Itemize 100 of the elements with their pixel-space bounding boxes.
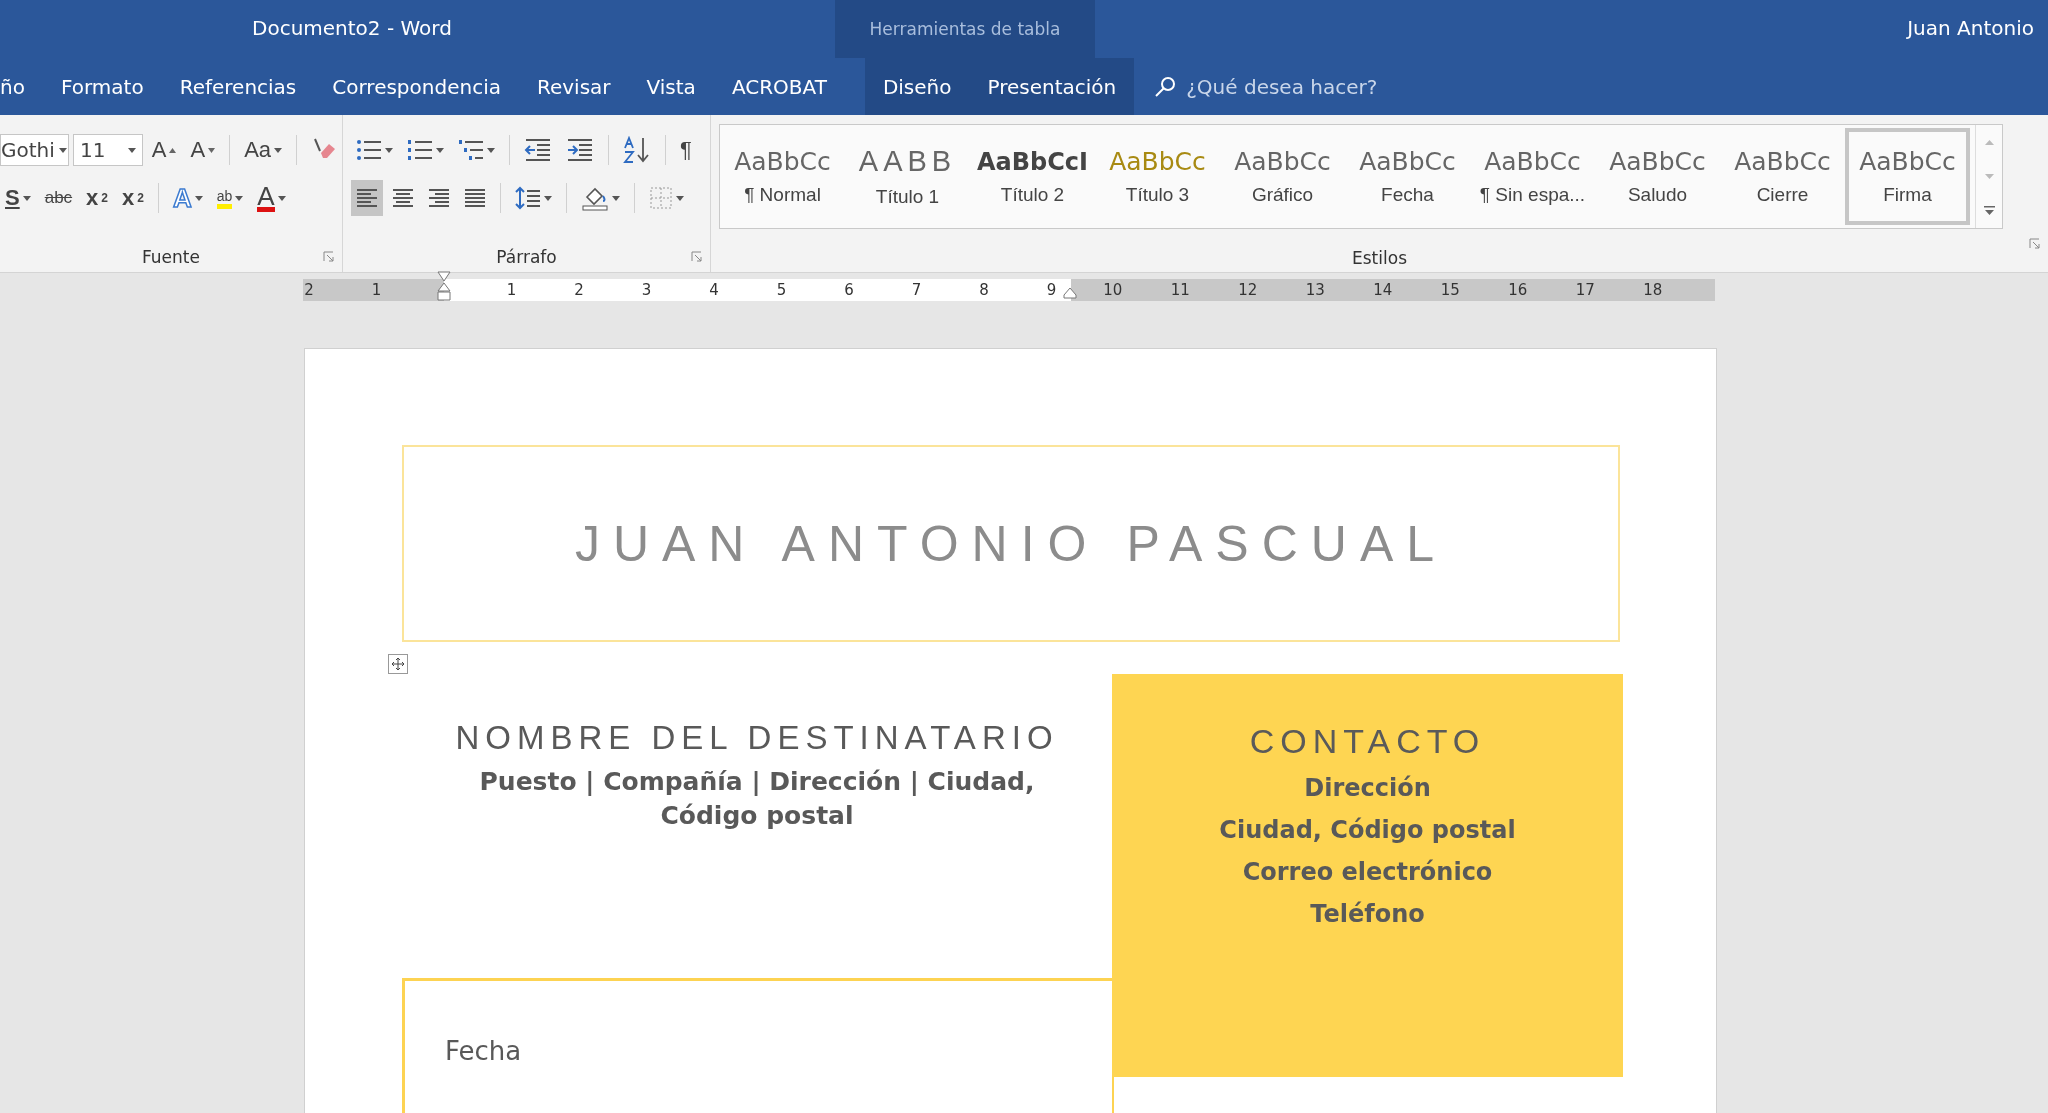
ribbon-tab[interactable]: Diseño — [864, 58, 970, 115]
caret-icon — [127, 147, 136, 153]
user-name[interactable]: Juan Antonio — [1907, 16, 2034, 40]
style-preview: AaBbCc — [1109, 147, 1206, 176]
indent-marker-icon[interactable] — [1063, 287, 1077, 299]
paint-bucket-icon — [581, 185, 609, 211]
show-marks-button[interactable]: ¶ — [675, 132, 697, 168]
ribbon-tab[interactable]: Presentación — [969, 58, 1135, 115]
contact-line: Dirección — [1304, 773, 1431, 804]
align-right-icon — [428, 188, 450, 208]
style-name: Fecha — [1381, 184, 1434, 206]
bullet-list-icon — [356, 138, 382, 162]
search-icon — [1154, 75, 1177, 98]
style-preview: AaBbCcI — [977, 147, 1088, 176]
style-item[interactable]: AaBbCc Gráfico — [1220, 128, 1345, 225]
ribbon-tab[interactable]: ACROBAT — [713, 58, 845, 115]
ruler-number: 4 — [709, 281, 719, 299]
style-name: Título 2 — [1000, 183, 1065, 206]
contact-line: Correo electrónico — [1242, 857, 1493, 888]
grow-font-button[interactable]: A — [146, 132, 182, 168]
group-label: Fuente — [142, 247, 200, 267]
search-field[interactable]: ¿Qué desea hacer? — [1186, 74, 1378, 99]
ruler-number: 2 — [304, 281, 314, 299]
group-label: Párrafo — [496, 247, 557, 267]
multilevel-list-icon — [458, 138, 484, 162]
dialog-launcher-icon[interactable] — [323, 251, 334, 262]
ruler-number: 18 — [1643, 281, 1663, 299]
style-item[interactable]: AaBbCc ¶ Sin espa... — [1470, 128, 1595, 225]
ruler-number: 3 — [641, 281, 652, 299]
ruler-number: 13 — [1305, 281, 1325, 299]
numbered-list-icon — [407, 138, 433, 162]
style-item[interactable]: AaBbCc Título 3 — [1095, 128, 1220, 225]
line-spacing-icon — [515, 185, 541, 211]
ribbon-tab[interactable]: Revisar — [518, 58, 629, 115]
highlight-button[interactable]: ab — [211, 180, 249, 216]
style-name: Saludo — [1627, 184, 1688, 206]
name-heading: JUAN ANTONIO PASCUAL — [574, 514, 1448, 573]
change-case-button[interactable]: Aa — [239, 132, 288, 168]
group-label: Estilos — [1352, 248, 1407, 268]
context-tab-label: Herramientas de tabla — [835, 0, 1095, 58]
table-move-icon[interactable] — [388, 654, 408, 674]
style-preview: AaBbCc — [1859, 147, 1956, 176]
indent-marker-icon[interactable] — [437, 271, 451, 301]
ruler-number: 8 — [979, 281, 989, 299]
ruler-number: 7 — [911, 281, 922, 299]
caret-icon — [58, 147, 67, 153]
caret-icon — [277, 195, 286, 201]
style-item[interactable]: AaBbCc Firma — [1845, 128, 1970, 225]
caret-icon — [169, 147, 177, 153]
ruler-number: 2 — [574, 281, 584, 299]
superscript-button[interactable]: x$^{2}$ — [117, 180, 149, 216]
contact-line: Ciudad, Código postal — [1219, 815, 1516, 846]
ribbon-tab[interactable]: Referencias — [161, 58, 315, 115]
style-item[interactable]: AaBbCc ¶ Normal — [720, 128, 845, 225]
recipient-details: Puesto | Compañía | Dirección | Ciudad, Código postal — [478, 766, 1036, 832]
style-name: Título 1 — [875, 186, 940, 208]
ruler-number: 17 — [1575, 281, 1595, 299]
recipient-heading: NOMBRE DEL DESTINATARIO — [455, 719, 1059, 757]
underline-button[interactable]: S — [0, 180, 36, 216]
ruler-number: 1 — [371, 281, 382, 299]
dialog-launcher-icon[interactable] — [691, 251, 702, 262]
style-preview: AaBbCc — [1359, 147, 1456, 176]
caret-icon — [487, 147, 495, 153]
style-item[interactable]: AaBbCc Saludo — [1595, 128, 1720, 225]
caret-icon — [274, 147, 283, 153]
ruler-number: 15 — [1440, 281, 1460, 299]
font-name-field[interactable]: Gothi — [0, 134, 69, 166]
ribbon-tab[interactable]: Vista — [628, 58, 714, 115]
outdent-icon — [524, 138, 552, 162]
caret-icon — [385, 147, 393, 153]
style-item[interactable]: AABB Título 1 — [845, 128, 970, 225]
ribbon-tab[interactable]: ño — [0, 58, 43, 115]
style-item[interactable]: AaBbCc Cierre — [1720, 128, 1845, 225]
caret-icon — [194, 195, 203, 201]
style-preview: AaBbCc — [1734, 147, 1831, 176]
style-item[interactable]: AaBbCc Fecha — [1345, 128, 1470, 225]
style-preview: AABB — [858, 145, 957, 178]
font-color-button[interactable]: A — [252, 180, 291, 216]
caret-icon — [544, 195, 552, 201]
ruler-number: 10 — [1103, 281, 1123, 299]
ruler-number: 6 — [844, 281, 854, 299]
style-item[interactable]: AaBbCcI Título 2 — [970, 128, 1095, 225]
ribbon-tab[interactable]: Formato — [42, 58, 162, 115]
style-name: ¶ Normal — [744, 184, 821, 206]
style-preview: AaBbCc — [1484, 147, 1581, 176]
caret-icon — [436, 147, 444, 153]
caret-icon — [676, 195, 684, 201]
font-size-field[interactable]: 11 — [73, 134, 143, 166]
style-preview: AaBbCc — [734, 147, 831, 176]
caret-icon — [22, 195, 31, 201]
date-text: Fecha — [445, 1036, 522, 1066]
align-button[interactable] — [351, 180, 383, 216]
borders-icon — [649, 186, 673, 210]
strikethrough-button[interactable]: abc — [39, 180, 78, 216]
style-name: Cierre — [1756, 184, 1809, 206]
ruler-number: 14 — [1373, 281, 1393, 299]
more-styles-icon[interactable] — [1983, 206, 1995, 216]
dialog-launcher-icon[interactable] — [2029, 238, 2040, 249]
shrink-font-button[interactable]: A — [185, 132, 221, 168]
ribbon-tab[interactable]: Correspondencia — [314, 58, 519, 115]
